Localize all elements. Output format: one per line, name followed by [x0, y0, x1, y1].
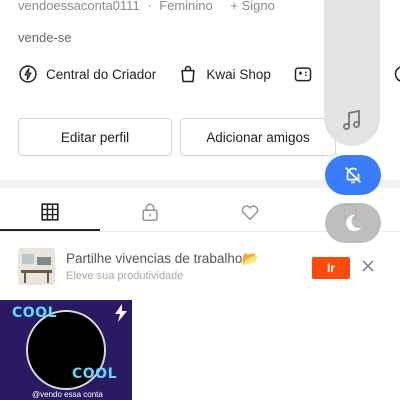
gender-label: Feminino	[159, 0, 213, 13]
profile-meta: vendoessaconta0111 · Feminino + Signo	[18, 0, 279, 13]
tab-grid[interactable]	[0, 192, 100, 232]
promo-thumbnail	[18, 248, 55, 285]
moon-icon	[346, 214, 362, 232]
quick-links-row: Central do Criador Kwai Shop	[18, 64, 343, 84]
creator-center-link[interactable]: Central do Criador	[18, 64, 156, 84]
theme-toggle-button[interactable]	[325, 203, 381, 243]
more-link-icon[interactable]	[393, 64, 400, 84]
shopping-bag-icon	[181, 65, 195, 83]
music-note-icon[interactable]	[341, 108, 363, 132]
active-tab-indicator	[0, 229, 100, 231]
lock-icon	[142, 203, 158, 222]
mute-notifications-button[interactable]	[325, 155, 381, 195]
bell-off-icon	[345, 167, 361, 184]
profile-bio: vende-se	[18, 30, 72, 45]
heart-icon	[241, 205, 259, 221]
tab-likes[interactable]	[200, 192, 300, 232]
grid-icon	[41, 203, 59, 221]
video-overlay-text-top: COOL	[12, 305, 57, 321]
creator-center-label: Central do Criador	[46, 66, 157, 82]
video-caption: @vendo essa conta	[32, 390, 103, 399]
video-overlay-text-bottom: COOL	[72, 366, 117, 382]
username: vendoessaconta0111	[18, 0, 140, 13]
close-icon[interactable]	[360, 258, 376, 274]
add-sign-link[interactable]: + Signo	[230, 0, 274, 13]
kwai-shop-link[interactable]: Kwai Shop	[178, 64, 271, 84]
lightning-circle-icon	[19, 65, 37, 83]
meta-separator: ·	[147, 0, 152, 13]
gamepad-icon	[294, 67, 312, 82]
lightning-icon	[115, 304, 127, 322]
video-thumbnail[interactable]: COOL COOL @vendo essa conta	[0, 300, 132, 400]
workspace-image	[18, 248, 55, 285]
promo-banner[interactable]: Partilhe vivencias de trabalho📂 Eleve su…	[0, 244, 400, 288]
promo-go-button[interactable]: Ir	[312, 257, 350, 279]
promo-subtitle: Eleve sua produtividade	[66, 270, 184, 282]
edit-profile-button[interactable]: Editar perfil	[18, 118, 172, 156]
add-friends-button[interactable]: Adicionar amigos	[180, 118, 336, 156]
promo-title: Partilhe vivencias de trabalho📂	[66, 251, 260, 266]
games-link[interactable]	[293, 64, 321, 84]
tab-private[interactable]	[100, 192, 200, 232]
kwai-shop-label: Kwai Shop	[206, 66, 271, 82]
